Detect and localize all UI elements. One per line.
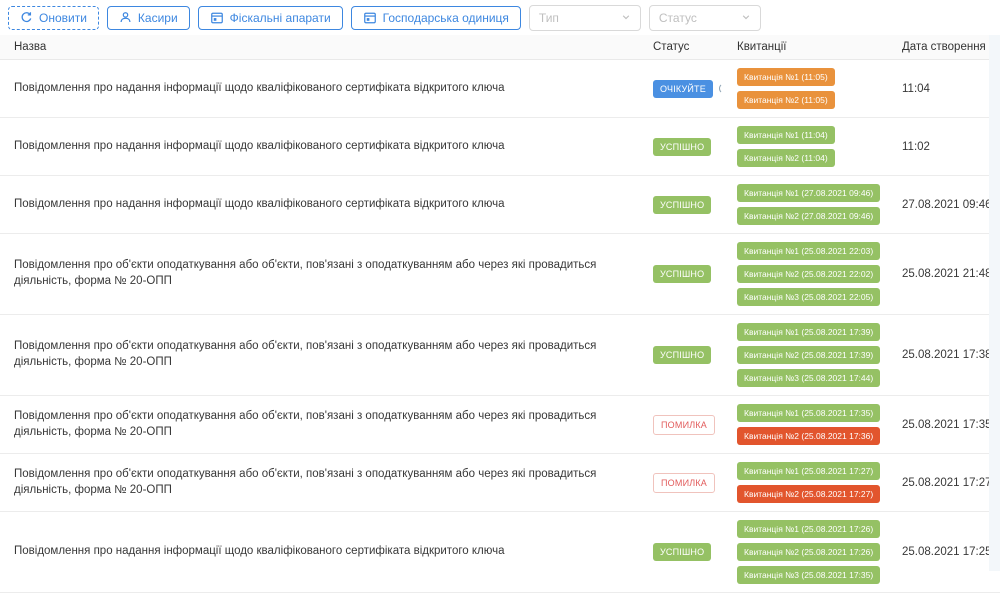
status-badge: ПОМИЛКА [653,415,715,435]
status-badge: УСПІШНО [653,543,711,561]
table-row[interactable]: Повідомлення про надання інформації щодо… [0,118,1000,176]
status-badge: УСПІШНО [653,346,711,364]
row-name: Повідомлення про об'єкти оподаткування а… [14,467,653,498]
fiscal-devices-label: Фіскальні апарати [230,11,331,25]
cash-register-icon [210,11,224,25]
receipt-badge[interactable]: Квитанція №1 (11:04) [737,126,835,144]
receipt-badge[interactable]: Квитанція №2 (25.08.2021 17:27) [737,485,880,503]
receipt-badge[interactable]: Квитанція №2 (11:04) [737,149,835,167]
receipts: Квитанція №1 (27.08.2021 09:46) Квитанція… [737,184,902,225]
receipts: Квитанція №1 (25.08.2021 17:27) Квитанція… [737,462,902,503]
row-date: 11:04 [902,83,1000,95]
documents-table: Назва Статус Квитанції Дата створення По… [0,35,1000,593]
row-date: 11:02 [902,141,1000,153]
column-header-status: Статус [653,41,737,53]
type-select-placeholder: Тип [539,11,559,25]
receipt-badge[interactable]: Квитанція №1 (11:05) [737,68,835,86]
row-name: Повідомлення про надання інформації щодо… [14,544,653,560]
column-header-receipts: Квитанції [737,41,902,53]
table-row[interactable]: Повідомлення про об'єкти оподаткування а… [0,454,1000,512]
receipt-badge[interactable]: Квитанція №2 (27.08.2021 09:46) [737,207,880,225]
receipt-badge[interactable]: Квитанція №1 (25.08.2021 17:39) [737,323,880,341]
refresh-label: Оновити [39,11,87,25]
receipt-badge[interactable]: Квитанція №3 (25.08.2021 17:44) [737,369,880,387]
table-row[interactable]: Повідомлення про надання інформації щодо… [0,176,1000,234]
row-date: 25.08.2021 17:38 [902,349,1000,361]
column-header-name: Назва [14,41,653,53]
receipts: Квитанція №1 (25.08.2021 17:35) Квитанція… [737,404,902,445]
row-date: 27.08.2021 09:46 [902,199,1000,211]
status-select[interactable]: Статус [649,5,761,31]
refresh-button[interactable]: Оновити [8,6,99,30]
table-row[interactable]: Повідомлення про об'єкти оподаткування а… [0,234,1000,315]
column-header-created: Дата створення [902,41,1000,53]
receipt-badge[interactable]: Квитанція №1 (27.08.2021 09:46) [737,184,880,202]
row-name: Повідомлення про надання інформації щодо… [14,81,653,97]
receipts: Квитанція №1 (25.08.2021 22:03) Квитанція… [737,242,902,306]
receipts: Квитанція №1 (25.08.2021 17:39) Квитанція… [737,323,902,387]
receipt-badge[interactable]: Квитанція №2 (25.08.2021 17:39) [737,346,880,364]
row-date: 25.08.2021 17:35 [902,419,1000,431]
row-name: Повідомлення про об'єкти оподаткування а… [14,409,653,440]
receipt-badge[interactable]: Квитанція №2 (25.08.2021 22:02) [737,265,880,283]
status-badge: ОЧІКУЙТЕ [653,80,713,98]
loading-spinner-icon [719,83,730,94]
receipt-badge[interactable]: Квитанція №2 (25.08.2021 17:26) [737,543,880,561]
status-select-placeholder: Статус [659,11,697,25]
business-unit-label: Господарська одиниця [383,11,509,25]
table-row[interactable]: Повідомлення про надання інформації щодо… [0,60,1000,118]
chevron-down-icon [741,11,751,25]
receipt-badge[interactable]: Квитанція №2 (25.08.2021 17:36) [737,427,880,445]
receipt-badge[interactable]: Квитанція №3 (25.08.2021 17:35) [737,566,880,584]
toolbar: Оновити Касири Фіскальні апарати [0,0,1000,35]
documents-page: Оновити Касири Фіскальні апарати [0,0,1000,571]
chevron-down-icon [621,11,631,25]
status-badge: УСПІШНО [653,265,711,283]
receipt-badge[interactable]: Квитанція №1 (25.08.2021 17:27) [737,462,880,480]
receipt-badge[interactable]: Квитанція №1 (25.08.2021 17:35) [737,404,880,422]
table-header: Назва Статус Квитанції Дата створення [0,35,1000,60]
receipt-badge[interactable]: Квитанція №3 (25.08.2021 22:05) [737,288,880,306]
cashiers-button[interactable]: Касири [107,6,190,30]
receipt-badge[interactable]: Квитанція №2 (11:05) [737,91,835,109]
refresh-icon [20,11,33,24]
receipts: Квитанція №1 (25.08.2021 17:26) Квитанція… [737,520,902,584]
table-body: Повідомлення про надання інформації щодо… [0,60,1000,593]
fiscal-devices-button[interactable]: Фіскальні апарати [198,6,343,30]
row-date: 25.08.2021 21:48 [902,268,1000,280]
receipts: Квитанція №1 (11:05) Квитанція №2 (11:05) [737,68,902,109]
row-date: 25.08.2021 17:25 [902,546,1000,558]
row-name: Повідомлення про надання інформації щодо… [14,139,653,155]
status-badge: УСПІШНО [653,138,711,156]
receipts: Квитанція №1 (11:04) Квитанція №2 (11:04) [737,126,902,167]
table-row[interactable]: Повідомлення про надання інформації щодо… [0,512,1000,593]
table-row[interactable]: Повідомлення про об'єкти оподаткування а… [0,315,1000,396]
person-icon [119,11,132,24]
cash-register-icon [363,11,377,25]
cashiers-label: Касири [138,11,178,25]
row-name: Повідомлення про об'єкти оподаткування а… [14,339,653,370]
business-unit-button[interactable]: Господарська одиниця [351,6,521,30]
status-badge: ПОМИЛКА [653,473,715,493]
type-select[interactable]: Тип [529,5,641,31]
receipt-badge[interactable]: Квитанція №1 (25.08.2021 17:26) [737,520,880,538]
row-name: Повідомлення про надання інформації щодо… [14,197,653,213]
row-date: 25.08.2021 17:27 [902,477,1000,489]
table-row[interactable]: Повідомлення про об'єкти оподаткування а… [0,396,1000,454]
receipt-badge[interactable]: Квитанція №1 (25.08.2021 22:03) [737,242,880,260]
scrollbar-track[interactable] [989,35,1000,571]
status-badge: УСПІШНО [653,196,711,214]
row-name: Повідомлення про об'єкти оподаткування а… [14,258,653,289]
